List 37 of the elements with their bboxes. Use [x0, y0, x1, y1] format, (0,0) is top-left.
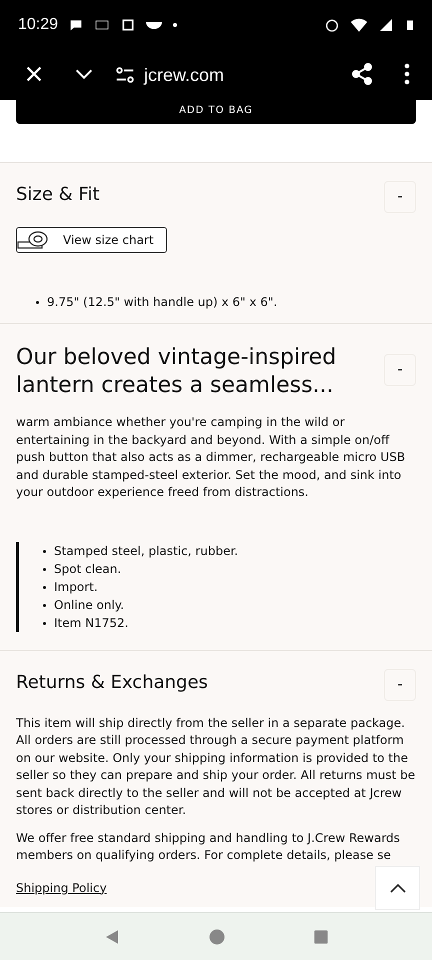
recents-icon	[312, 928, 329, 944]
bowl-icon	[146, 20, 162, 30]
section-title: Returns & Exchanges	[16, 670, 208, 694]
bullet-text: Stamped steel, plastic, rubber.	[54, 542, 238, 560]
bullet-icon	[43, 622, 46, 624]
bullet-icon	[43, 568, 46, 570]
collapse-button[interactable]: -	[384, 668, 416, 700]
bullet-text: Online only.	[54, 596, 124, 614]
frame-icon	[120, 17, 136, 33]
bullet-text: Import.	[54, 578, 98, 596]
bullet-text: Item N1752.	[54, 614, 128, 632]
description-text: warm ambiance whether you're camping in the wild or entertaining in the backyard and beyond. With a simple on/off push button that also acts as a dimmer, rechargeable micro USB and durable stamped-steel exterior. Set the mood, and sink into your outdoor experience freed from distractions.	[16, 414, 406, 501]
bullet-text: Spot clean.	[54, 560, 122, 578]
bullet-icon	[43, 586, 46, 588]
share-icon	[350, 62, 374, 86]
collapse-button[interactable]: -	[384, 354, 416, 386]
collapse-button[interactable]: -	[384, 181, 416, 213]
bullet-text: 9.75" (12.5" with handle up) x 6" x 6".	[47, 294, 278, 311]
clock: 10:29	[18, 16, 58, 34]
dot-icon	[172, 22, 178, 28]
alarm-icon	[324, 17, 340, 33]
policy-text: This item will ship directly from the seller in a separate package. All orders are still processed through a secure payment platform on our website. Only your shipping information is provided to the seller so they can prepare and ship your order. All returns must be sent back directly to the seller and will not be accepted at Jcrew stores or distribution center.	[16, 714, 416, 819]
bullet-icon	[43, 604, 46, 606]
section-title: Size & Fit	[16, 183, 100, 207]
url-text[interactable]: jcrew.com	[144, 64, 332, 86]
wifi-icon	[350, 16, 368, 34]
bullet-icon	[43, 550, 46, 552]
policy-text: We offer free standard shipping and handling to J.Crew Rewards members on qualifying orders. For complete details, please se	[16, 830, 401, 864]
shipping-policy-link[interactable]: Shipping Policy	[16, 880, 107, 894]
more-icon	[404, 62, 410, 84]
signal-icon	[378, 17, 394, 33]
home-icon	[208, 928, 226, 946]
size-chart-button[interactable]: View size chart	[16, 227, 167, 253]
add-to-bag-button[interactable]: ADD TO BAG	[16, 100, 416, 124]
chevron-up-icon	[390, 883, 406, 893]
section-title: Our beloved vintage-inspired lantern creates a seamless...	[16, 344, 338, 400]
bullet-icon	[36, 301, 39, 304]
